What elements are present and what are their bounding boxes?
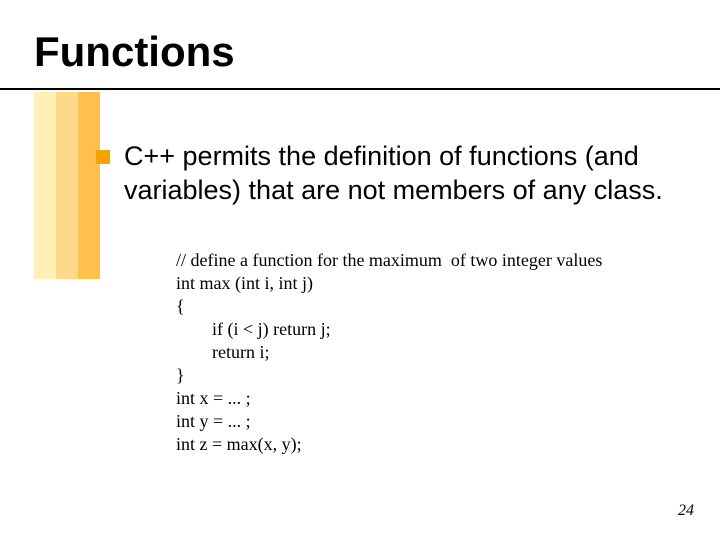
- code-block: // define a function for the maximum of …: [176, 249, 602, 456]
- decorative-bar-2: [56, 92, 78, 279]
- decorative-bar-3: [78, 92, 100, 279]
- title-underline: [0, 88, 720, 90]
- body-text: C++ permits the definition of functions …: [124, 140, 684, 208]
- bullet-square-icon: [96, 150, 110, 164]
- page-number: 24: [678, 502, 694, 520]
- slide-title: Functions: [34, 28, 235, 76]
- decorative-bar-1: [34, 92, 56, 279]
